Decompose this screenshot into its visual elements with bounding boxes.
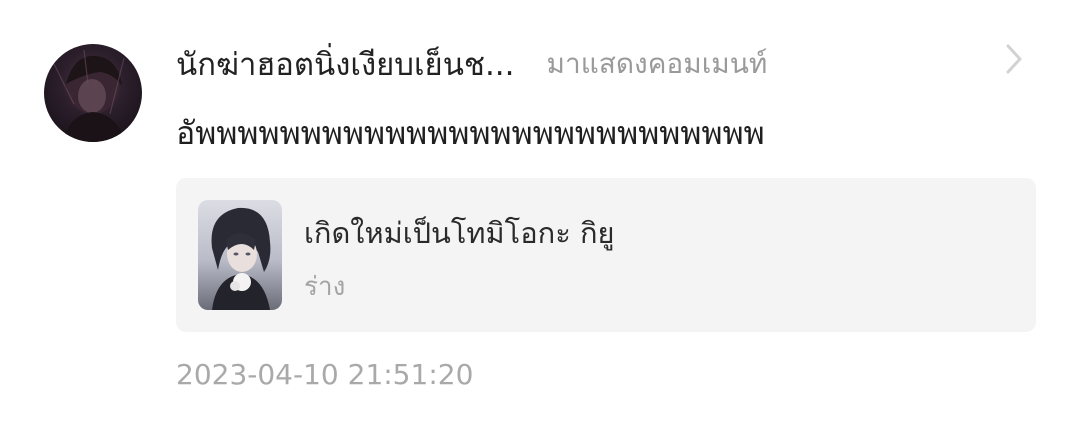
avatar-image-icon xyxy=(53,49,126,142)
work-cover-image xyxy=(198,200,282,310)
username[interactable]: นักฆ่าฮอตนิ่งเงียบเย็นช... xyxy=(176,39,515,89)
work-title: เกิดใหม่เป็นโทมิโอกะ กิยู xyxy=(304,216,615,250)
chevron-right-icon[interactable] xyxy=(1000,42,1028,76)
comment-text: อัพพพพพพพพพพพพพพพพพพพพพพพพพพพ xyxy=(176,114,765,152)
action-text: มาแสดงคอมเมนท์ xyxy=(546,47,768,80)
comment-header: นักฆ่าฮอตนิ่งเงียบเย็นช... มาแสดงคอมเมนท… xyxy=(176,38,1036,90)
comment-timestamp: 2023-04-10 21:51:20 xyxy=(176,358,474,391)
avatar[interactable] xyxy=(44,44,142,142)
work-status: ร่าง xyxy=(304,272,346,302)
anime-character-cover-icon xyxy=(211,207,271,310)
linked-work-card[interactable]: เกิดใหม่เป็นโทมิโอกะ กิยู ร่าง xyxy=(176,178,1036,332)
comment-item: นักฆ่าฮอตนิ่งเงียบเย็นช... มาแสดงคอมเมนท… xyxy=(0,0,1080,440)
